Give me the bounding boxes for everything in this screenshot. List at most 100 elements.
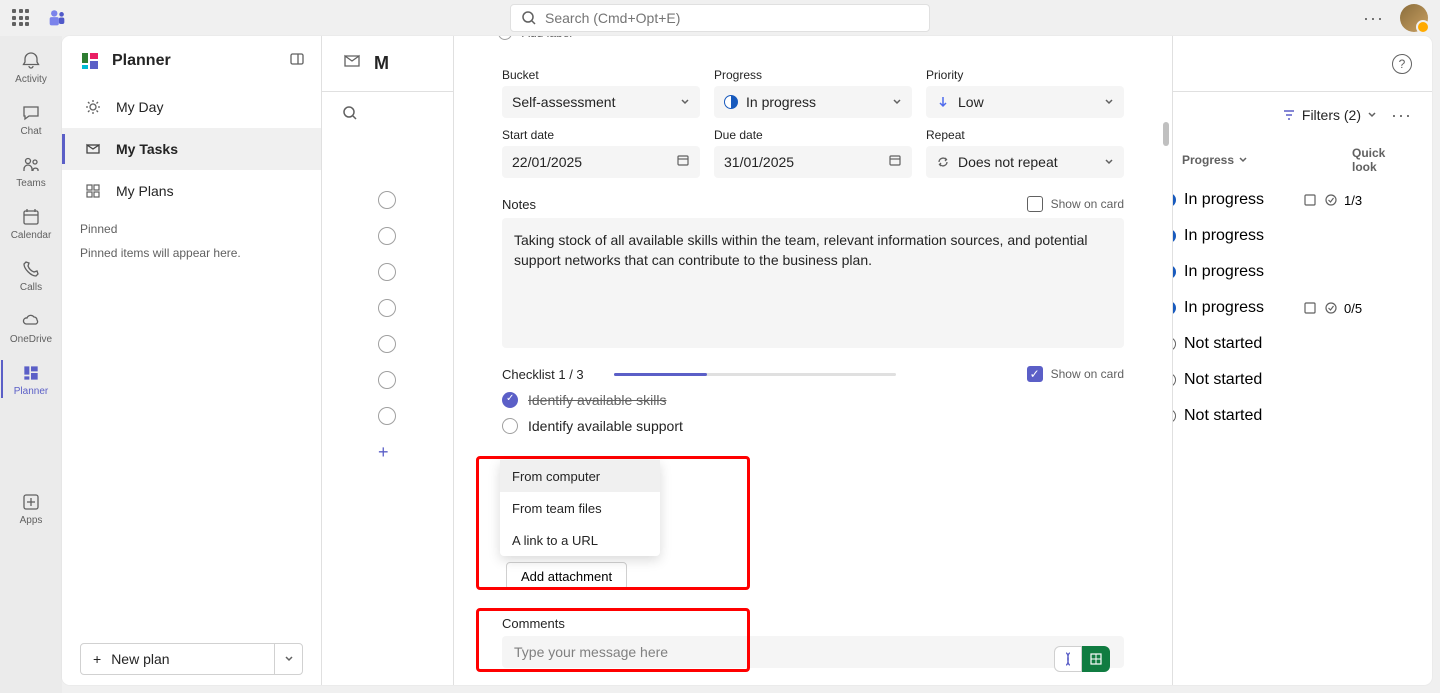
duedate-label: Due date [714,128,912,142]
notes-textarea[interactable]: Taking stock of all available skills wit… [502,218,1124,348]
planner-title: Planner [112,52,279,70]
chevron-down-icon [1104,154,1114,170]
teams-icon[interactable] [46,7,68,29]
rail-onedrive-label: OneDrive [10,334,52,345]
user-avatar[interactable] [1400,4,1428,32]
startdate-label: Start date [502,128,700,142]
nav-mytasks-label: My Tasks [116,141,178,157]
progress-icon [724,95,738,109]
help-icon[interactable]: ? [1392,54,1412,74]
nav-myplans[interactable]: My Plans [62,170,321,212]
rail-activity[interactable]: Activity [1,42,61,92]
rail-apps-label: Apps [20,515,43,526]
checklist-progressbar [614,373,896,376]
showcard-label: Show on card [1051,367,1124,381]
task-dialog: Add label Bucket Self-assessment Progres… [454,36,1172,685]
repeat-label: Repeat [926,128,1124,142]
search-icon [521,10,537,26]
rail-onedrive[interactable]: OneDrive [1,302,61,352]
progress-label: Progress [714,68,912,82]
sun-icon [84,98,102,116]
showcard-notes-checkbox[interactable] [1027,196,1043,212]
rail-apps[interactable]: Apps [1,483,61,533]
duedate-input[interactable]: 31/01/2025 [714,146,912,178]
checklist-item[interactable]: Identify available skills [502,392,1124,408]
comment-input[interactable]: Type your message here [502,636,1124,668]
notes-label: Notes [502,197,536,212]
search-field[interactable] [545,10,919,26]
repeat-icon [936,155,950,169]
search-icon[interactable] [342,105,358,126]
attach-link[interactable]: A link to a URL [500,524,660,556]
panel-toggle-icon[interactable] [289,51,305,72]
priority-select[interactable]: Low [926,86,1124,118]
chevron-down-icon [680,94,690,110]
add-attachment-button[interactable]: Add attachment [506,562,627,590]
add-label-icon[interactable] [498,36,512,40]
newplan-label: New plan [111,651,169,667]
filters-button[interactable]: Filters (2) [1282,107,1377,123]
nav-myplans-label: My Plans [116,183,174,199]
excel-button[interactable] [1082,646,1110,672]
page-title: M [374,53,389,74]
checklist-item[interactable]: Identify available support [502,418,1124,434]
rail-calendar[interactable]: Calendar [1,198,61,248]
search-input[interactable] [510,4,930,32]
pinned-empty: Pinned items will appear here. [80,246,303,260]
rail-activity-label: Activity [15,74,47,85]
more-icon[interactable]: ··· [1391,105,1412,126]
progress-column[interactable]: Progress [1182,146,1272,174]
arrow-down-icon [936,95,950,109]
task-checkbox[interactable] [378,227,396,245]
waffle-icon[interactable] [12,9,30,27]
attach-from-computer[interactable]: From computer [500,460,660,492]
filters-label: Filters (2) [1302,107,1361,123]
rail-teams[interactable]: Teams [1,146,61,196]
rail-calls-label: Calls [20,282,42,293]
progress-select[interactable]: In progress [714,86,912,118]
rail-calls[interactable]: Calls [1,250,61,300]
nav-myday-label: My Day [116,99,163,115]
add-task-button[interactable]: + [378,442,396,460]
nav-mytasks[interactable]: My Tasks [62,128,321,170]
rail-planner[interactable]: Planner [1,354,61,404]
attach-from-team[interactable]: From team files [500,492,660,524]
envelope-icon [342,51,362,76]
nav-myday[interactable]: My Day [62,86,321,128]
comments-label: Comments [502,616,565,631]
rail-teams-label: Teams [16,178,45,189]
startdate-input[interactable]: 22/01/2025 [502,146,700,178]
checkbox-icon[interactable] [502,392,518,408]
new-plan-button[interactable]: + New plan [80,643,303,675]
bucket-label: Bucket [502,68,700,82]
bucket-select[interactable]: Self-assessment [502,86,700,118]
attachment-menu: From computer From team files A link to … [500,460,660,556]
scrollbar[interactable] [1160,82,1172,675]
envelope-check-icon [84,140,102,158]
task-checkbox[interactable] [378,191,396,209]
showcard-checklist-checkbox[interactable]: ✓ [1027,366,1043,382]
more-icon[interactable]: ··· [1363,8,1384,29]
rail-planner-label: Planner [14,386,48,397]
grid-icon [84,182,102,200]
add-label[interactable]: Add label [522,36,572,40]
task-checkbox[interactable] [378,371,396,389]
chevron-down-icon [1367,110,1377,120]
task-checkbox[interactable] [378,335,396,353]
repeat-select[interactable]: Does not repeat [926,146,1124,178]
pinned-label: Pinned [80,222,303,236]
copilot-button[interactable] [1054,646,1082,672]
planner-logo-icon [78,49,102,73]
task-checkbox[interactable] [378,299,396,317]
task-checkbox[interactable] [378,263,396,281]
chevron-down-icon [1104,94,1114,110]
checklist-label: Checklist 1 / 3 [502,367,584,382]
rail-chat-label: Chat [20,126,41,137]
task-checkbox[interactable] [378,407,396,425]
rail-chat[interactable]: Chat [1,94,61,144]
newplan-dropdown[interactable] [274,644,302,674]
rail-calendar-label: Calendar [11,230,52,241]
showcard-label: Show on card [1051,197,1124,211]
checkbox-icon[interactable] [502,418,518,434]
calendar-icon [676,153,690,170]
